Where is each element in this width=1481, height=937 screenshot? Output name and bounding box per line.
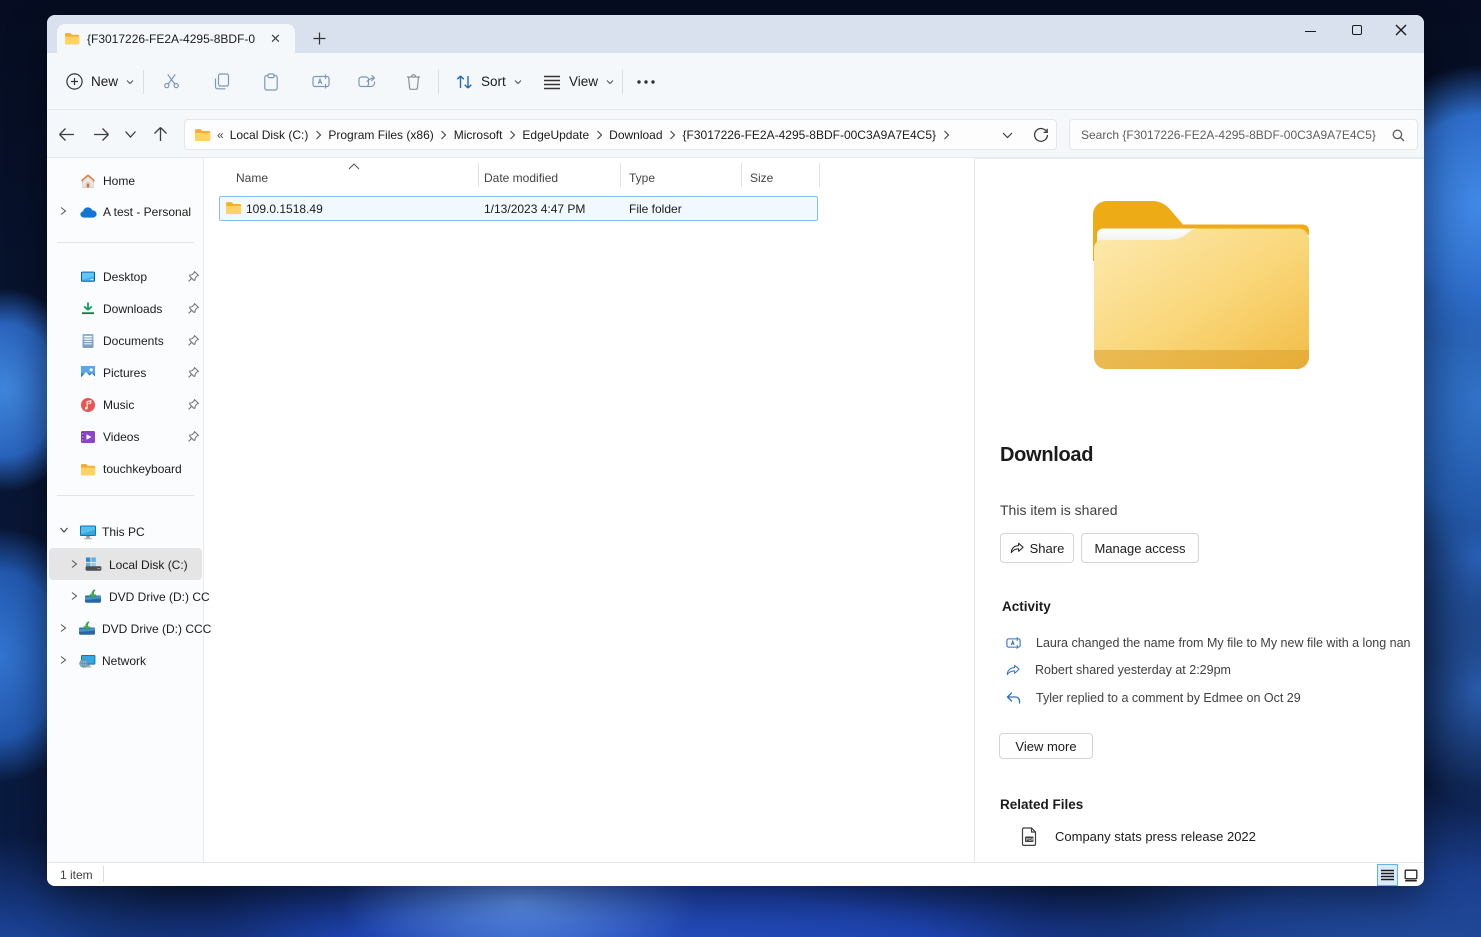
- svg-text:PDF: PDF: [1026, 837, 1035, 842]
